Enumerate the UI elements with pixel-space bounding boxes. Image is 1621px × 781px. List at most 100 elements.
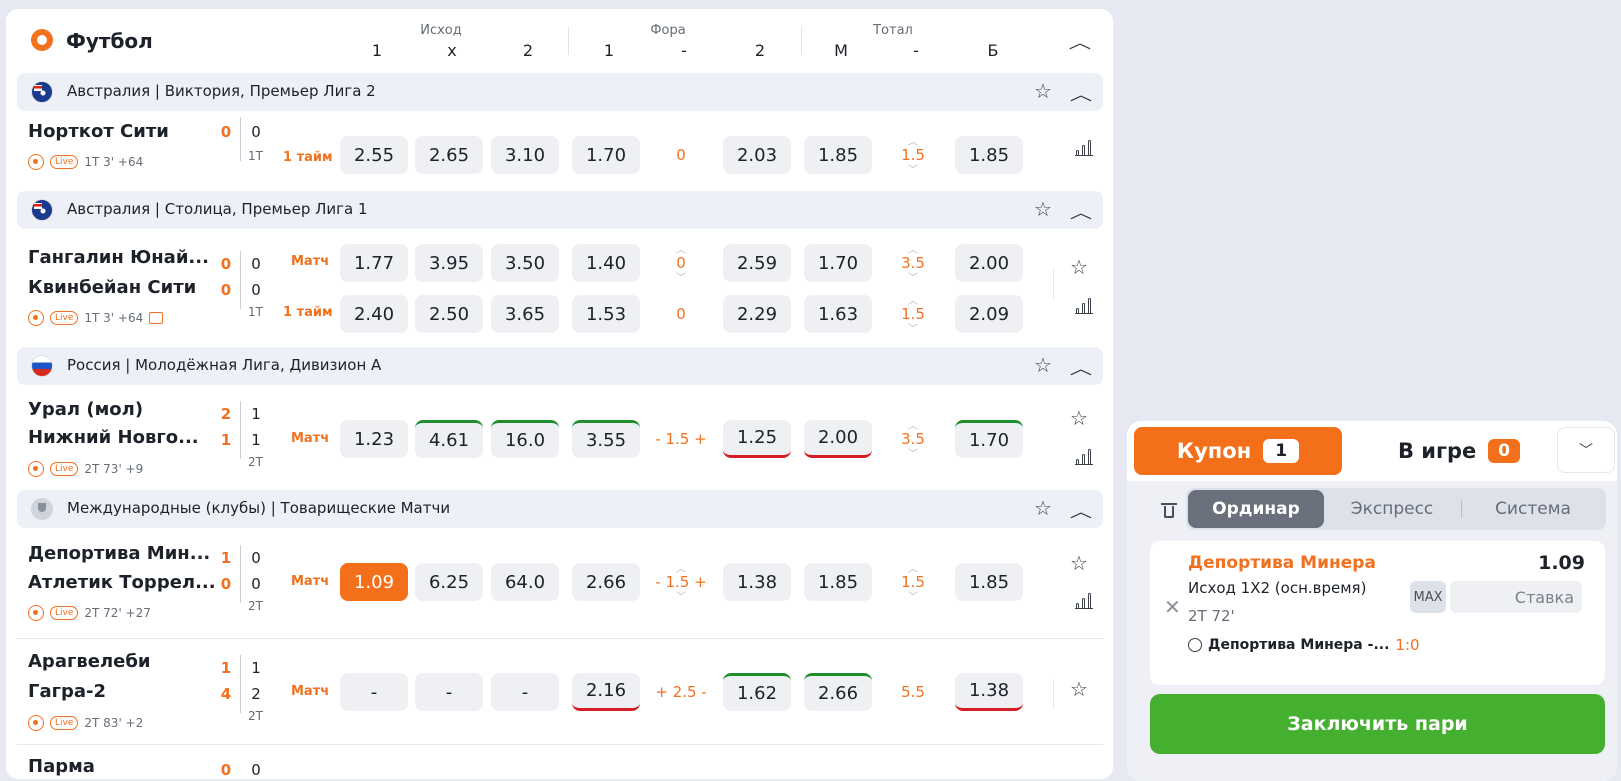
team-name[interactable]: Гангалин Юнай... bbox=[28, 247, 209, 268]
favorite-star-icon[interactable]: ☆ bbox=[1070, 553, 1088, 573]
total-value[interactable]: 1.5 bbox=[879, 573, 947, 591]
team-name[interactable]: Нижний Новго... bbox=[28, 427, 199, 448]
collapse-league-icon[interactable]: ︿ bbox=[1070, 498, 1092, 522]
league-header[interactable]: Австралия | Виктория, Премьер Лига 2 ☆ ︿ bbox=[17, 73, 1103, 111]
handicap-value[interactable]: 0 bbox=[647, 254, 715, 272]
statistics-icon[interactable] bbox=[1075, 140, 1093, 156]
bet-type-express[interactable]: Экспресс bbox=[1326, 488, 1458, 530]
place-bet-button[interactable]: Заключить пари bbox=[1150, 694, 1605, 754]
odd-button[interactable]: 2.29 bbox=[723, 295, 791, 333]
odd-button[interactable]: 1.70 bbox=[804, 244, 872, 282]
favorite-star-icon[interactable]: ☆ bbox=[1034, 498, 1052, 518]
odd-button-selected[interactable]: 1.09 bbox=[340, 563, 408, 601]
collapse-league-icon[interactable]: ︿ bbox=[1070, 81, 1092, 105]
collapse-league-icon[interactable]: ︿ bbox=[1070, 199, 1092, 223]
team-name[interactable]: Атлетик Торрел... bbox=[28, 572, 216, 593]
trash-icon[interactable] bbox=[1161, 501, 1177, 519]
bet-type-system[interactable]: Система bbox=[1462, 488, 1604, 530]
odd-button[interactable]: 3.50 bbox=[491, 244, 559, 282]
tab-coupon[interactable]: Купон 1 bbox=[1134, 427, 1342, 475]
chevron-down-icon[interactable]: ﹀ bbox=[879, 450, 947, 460]
odd-button[interactable]: 1.70 bbox=[572, 136, 640, 174]
favorite-star-icon[interactable]: ☆ bbox=[1034, 81, 1052, 101]
odd-button[interactable]: 1.53 bbox=[572, 295, 640, 333]
chevron-down-icon[interactable]: ﹀ bbox=[879, 274, 947, 284]
odd-button[interactable]: 6.25 bbox=[415, 563, 483, 601]
handicap-value[interactable]: 0 bbox=[647, 305, 715, 323]
odd-button[interactable]: 2.50 bbox=[415, 295, 483, 333]
odd-button[interactable]: 3.10 bbox=[491, 136, 559, 174]
team-name[interactable]: Парма bbox=[28, 756, 95, 777]
odd-button[interactable]: 1.63 bbox=[804, 295, 872, 333]
odd-button[interactable]: - bbox=[340, 673, 408, 711]
odd-button[interactable]: 4.61 bbox=[415, 420, 483, 458]
odd-button[interactable]: - bbox=[415, 673, 483, 711]
handicap-value[interactable]: + 2.5 - bbox=[647, 683, 715, 701]
total-value[interactable]: 5.5 bbox=[879, 683, 947, 701]
odd-button[interactable]: 1.23 bbox=[340, 420, 408, 458]
odd-button[interactable]: - bbox=[491, 673, 559, 711]
odd-button[interactable]: 1.85 bbox=[955, 136, 1023, 174]
odd-button[interactable]: 1.85 bbox=[804, 136, 872, 174]
odd-button[interactable]: 2.65 bbox=[415, 136, 483, 174]
statistics-icon[interactable] bbox=[1075, 449, 1093, 465]
chevron-down-icon[interactable]: ﹀ bbox=[1557, 427, 1615, 473]
odd-button[interactable]: 2.55 bbox=[340, 136, 408, 174]
max-stake-button[interactable]: MAX bbox=[1410, 581, 1446, 613]
collapse-sport-icon[interactable]: ︿ bbox=[1069, 29, 1091, 53]
odd-button[interactable]: 16.0 bbox=[491, 420, 559, 458]
odd-button[interactable]: 1.85 bbox=[804, 563, 872, 601]
league-header[interactable]: Австралия | Столица, Премьер Лига 1 ☆ ︿ bbox=[17, 191, 1103, 229]
team-name[interactable]: Норткот Сити bbox=[28, 121, 169, 142]
favorite-star-icon[interactable]: ☆ bbox=[1034, 355, 1052, 375]
total-value[interactable]: 1.5 bbox=[879, 146, 947, 164]
odd-button[interactable]: 2.00 bbox=[955, 244, 1023, 282]
bet-type-single[interactable]: Ординар bbox=[1188, 490, 1324, 528]
total-value[interactable]: 3.5 bbox=[879, 254, 947, 272]
team-name[interactable]: Депортива Мин... bbox=[28, 543, 210, 564]
odd-button[interactable]: 3.65 bbox=[491, 295, 559, 333]
odd-button[interactable]: 2.66 bbox=[804, 673, 872, 711]
favorite-star-icon[interactable]: ☆ bbox=[1034, 199, 1052, 219]
team-name[interactable]: Урал (мол) bbox=[28, 399, 143, 420]
chevron-down-icon[interactable]: ﹀ bbox=[879, 325, 947, 335]
odd-button[interactable]: 2.03 bbox=[723, 136, 791, 174]
chevron-down-icon[interactable]: ﹀ bbox=[879, 166, 947, 176]
odd-button[interactable]: 1.70 bbox=[955, 420, 1023, 458]
odd-button[interactable]: 1.77 bbox=[340, 244, 408, 282]
favorite-star-icon[interactable]: ☆ bbox=[1070, 408, 1088, 428]
chevron-down-icon[interactable]: ﹀ bbox=[879, 593, 947, 603]
team-name[interactable]: Арагвелеби bbox=[28, 651, 151, 672]
odd-button[interactable]: 1.62 bbox=[723, 673, 791, 711]
odd-button[interactable]: 1.85 bbox=[955, 563, 1023, 601]
odd-button[interactable]: 2.09 bbox=[955, 295, 1023, 333]
odd-button[interactable]: 2.16 bbox=[572, 673, 640, 711]
team-name[interactable]: Квинбейан Сити bbox=[28, 277, 196, 298]
odd-button[interactable]: 1.25 bbox=[723, 420, 791, 458]
odd-button[interactable]: 2.00 bbox=[804, 420, 872, 458]
stake-input[interactable]: Ставка bbox=[1450, 581, 1582, 613]
league-header[interactable]: Международные (клубы) | Товарищеские Мат… bbox=[17, 490, 1103, 528]
odd-button[interactable]: 64.0 bbox=[491, 563, 559, 601]
total-value[interactable]: 3.5 bbox=[879, 430, 947, 448]
handicap-value[interactable]: - 1.5 + bbox=[647, 430, 715, 448]
favorite-star-icon[interactable]: ☆ bbox=[1070, 679, 1088, 699]
odd-button[interactable]: 1.40 bbox=[572, 244, 640, 282]
handicap-value[interactable]: 0 bbox=[647, 146, 715, 164]
odd-button[interactable]: 1.38 bbox=[723, 563, 791, 601]
tv-icon[interactable] bbox=[149, 312, 164, 324]
favorite-star-icon[interactable]: ☆ bbox=[1070, 257, 1088, 277]
odd-button[interactable]: 3.55 bbox=[572, 420, 640, 458]
handicap-value[interactable]: - 1.5 + bbox=[647, 573, 715, 591]
odd-button[interactable]: 2.66 bbox=[572, 563, 640, 601]
tab-in-game[interactable]: В игре 0 bbox=[1355, 427, 1563, 475]
statistics-icon[interactable] bbox=[1075, 593, 1093, 609]
total-value[interactable]: 1.5 bbox=[879, 305, 947, 323]
chevron-down-icon[interactable]: ﹀ bbox=[647, 274, 715, 284]
odd-button[interactable]: 2.59 bbox=[723, 244, 791, 282]
odd-button[interactable]: 1.38 bbox=[955, 673, 1023, 711]
close-icon[interactable]: ✕ bbox=[1164, 595, 1181, 619]
collapse-league-icon[interactable]: ︿ bbox=[1070, 355, 1092, 379]
chevron-down-icon[interactable]: ﹀ bbox=[647, 593, 715, 603]
odd-button[interactable]: 2.40 bbox=[340, 295, 408, 333]
